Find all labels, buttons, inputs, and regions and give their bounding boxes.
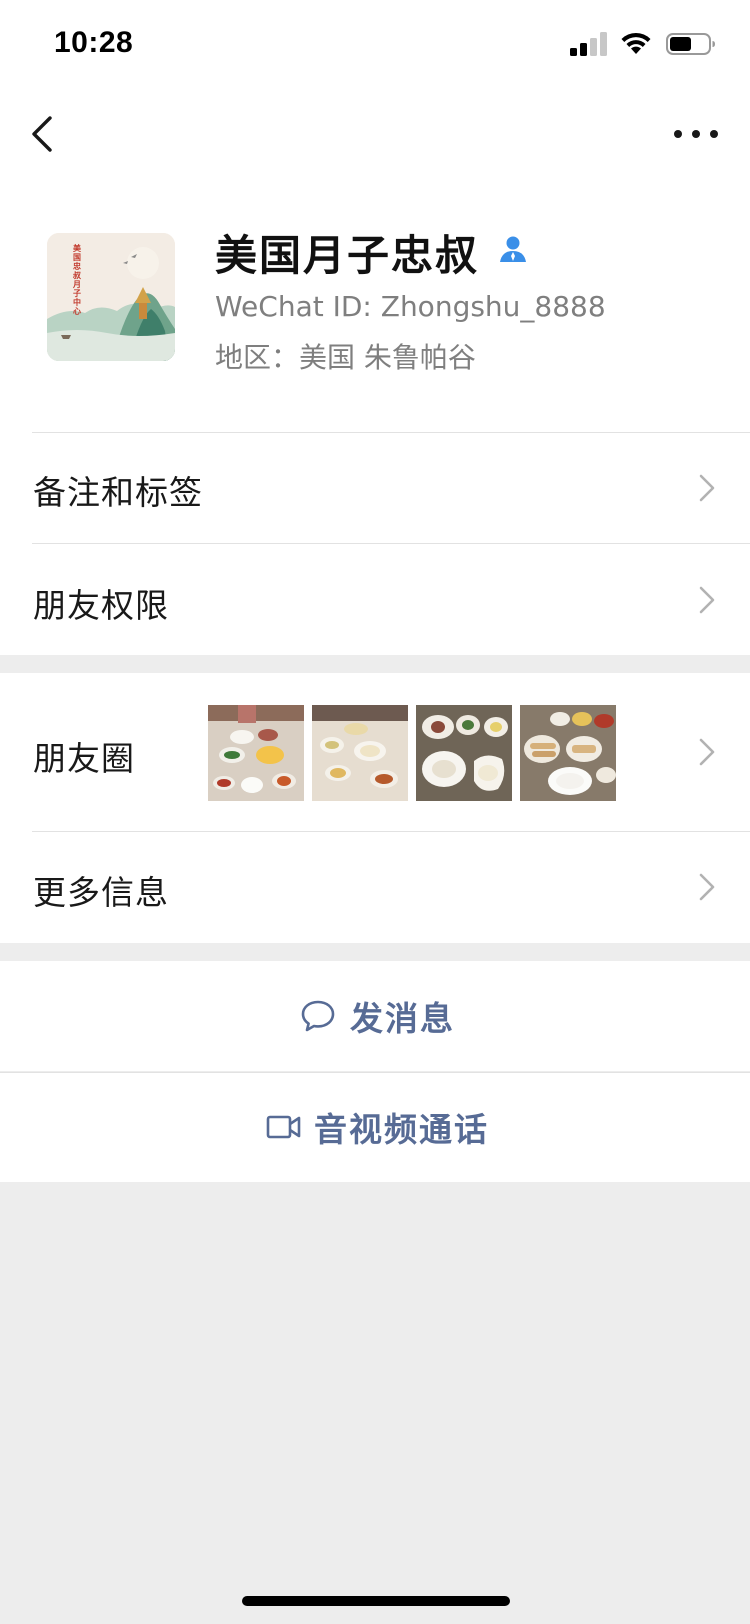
divider <box>32 543 750 544</box>
svg-text:国: 国 <box>73 252 81 262</box>
person-icon <box>500 236 526 262</box>
avatar[interactable]: 美 国 忠 叔 月 子 中 心 <box>47 233 175 361</box>
svg-text:中: 中 <box>73 297 81 307</box>
chevron-right-icon <box>699 474 715 502</box>
send-message-button[interactable]: 发消息 <box>0 961 750 1071</box>
video-call-label: 音视频通话 <box>314 1110 489 1149</box>
video-call-content: 音视频通话 <box>266 1072 489 1182</box>
remarks-tags-label: 备注和标签 <box>33 473 203 512</box>
moments-photo-3 <box>416 705 512 801</box>
send-message-label: 发消息 <box>350 999 455 1038</box>
profile-name: 美国月子忠叔 <box>215 231 480 280</box>
video-camera-icon <box>266 1115 301 1139</box>
chevron-right-icon <box>699 873 715 901</box>
svg-text:月: 月 <box>72 280 81 289</box>
cellular-signal-icon <box>570 32 607 56</box>
status-time: 10:28 <box>54 26 134 59</box>
back-button[interactable] <box>26 110 66 158</box>
avatar-landscape-image: 美 国 忠 叔 月 子 中 心 <box>47 233 175 361</box>
wechat-id: WeChat ID: Zhongshu_8888 <box>215 290 606 323</box>
moments-row[interactable]: 朋友圈 <box>0 673 750 831</box>
svg-text:子: 子 <box>73 289 81 298</box>
moments-label: 朋友圈 <box>33 739 135 778</box>
video-call-button[interactable]: 音视频通话 <box>0 1072 750 1182</box>
profile-header: 美 国 忠 叔 月 子 中 心 美国月子忠叔 WeChat ID: Zhongs… <box>0 178 750 432</box>
remarks-tags-row[interactable]: 备注和标签 <box>0 432 750 543</box>
moments-photo-2 <box>312 705 408 801</box>
more-info-label: 更多信息 <box>33 873 169 912</box>
friend-permissions-row[interactable]: 朋友权限 <box>0 543 750 655</box>
svg-text:心: 心 <box>73 306 81 316</box>
svg-text:叔: 叔 <box>73 270 82 280</box>
moments-photo-1 <box>208 705 304 801</box>
chevron-right-icon <box>699 738 715 766</box>
avatar-caption-char: 美 <box>73 243 82 253</box>
svg-text:忠: 忠 <box>73 261 81 271</box>
region: 地区：美国 朱鲁帕谷 <box>215 341 476 374</box>
more-info-row[interactable]: 更多信息 <box>0 831 750 943</box>
divider <box>32 831 750 832</box>
status-icons <box>570 30 720 60</box>
battery-icon <box>666 33 715 55</box>
divider <box>32 432 750 433</box>
friend-permissions-label: 朋友权限 <box>33 586 169 625</box>
home-indicator[interactable] <box>242 1596 510 1606</box>
send-message-content: 发消息 <box>300 961 455 1071</box>
moments-photo-4 <box>520 705 616 801</box>
chevron-right-icon <box>699 586 715 614</box>
wifi-icon <box>621 32 651 54</box>
status-bar: 10:28 <box>0 0 750 90</box>
chat-bubble-icon <box>301 1000 335 1032</box>
more-dots-icon[interactable] <box>668 114 724 154</box>
nav-bar <box>0 90 750 178</box>
